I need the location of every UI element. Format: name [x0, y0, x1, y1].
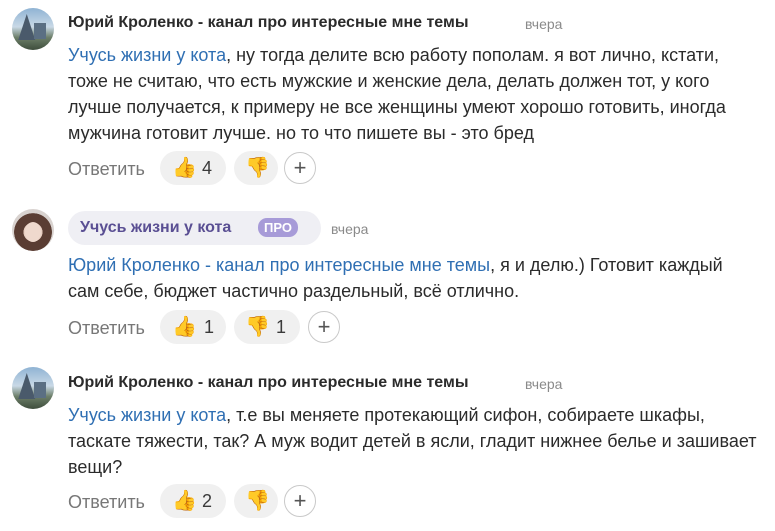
comment-author[interactable]: Учусь жизни у кота — [80, 219, 231, 237]
like-button[interactable]: 👍 2 — [160, 484, 226, 518]
reply-button[interactable]: Ответить — [68, 159, 145, 180]
comment-time: вчера — [331, 221, 369, 237]
comment-author[interactable]: Юрий Кроленко - канал про интересные мне… — [68, 14, 468, 32]
add-reaction-button[interactable]: + — [308, 311, 340, 343]
mention-link[interactable]: Учусь жизни у кота — [68, 405, 226, 425]
add-reaction-button[interactable]: + — [284, 152, 316, 184]
comment-text: Учусь жизни у кота, ну тогда делите всю … — [68, 42, 758, 146]
reply-button[interactable]: Ответить — [68, 318, 145, 339]
comment-text: Юрий Кроленко - канал про интересные мне… — [68, 252, 758, 304]
mention-link[interactable]: Юрий Кроленко - канал про интересные мне… — [68, 255, 490, 275]
avatar[interactable] — [12, 8, 54, 50]
author-pill[interactable]: Учусь жизни у кота ПРО — [68, 211, 321, 245]
comment-text: Учусь жизни у кота, т.е вы меняете проте… — [68, 402, 758, 480]
comment-time: вчера — [525, 376, 563, 392]
dislike-count: 1 — [276, 317, 287, 337]
pro-badge: ПРО — [258, 218, 298, 237]
like-button[interactable]: 👍 4 — [160, 151, 226, 185]
thumbs-up-icon: 👍 — [172, 490, 197, 512]
avatar[interactable] — [12, 367, 54, 409]
like-count: 1 — [204, 317, 215, 337]
comment-author[interactable]: Юрий Кроленко - канал про интересные мне… — [68, 374, 468, 392]
plus-icon: + — [317, 314, 331, 339]
thumbs-down-icon: 👎 — [245, 490, 270, 512]
plus-icon: + — [293, 488, 307, 513]
comment-time: вчера — [525, 16, 563, 32]
dislike-button[interactable]: 👎 — [234, 151, 278, 185]
add-reaction-button[interactable]: + — [284, 485, 316, 517]
avatar[interactable] — [12, 209, 54, 251]
reply-button[interactable]: Ответить — [68, 492, 145, 513]
like-button[interactable]: 👍 1 — [160, 310, 226, 344]
dislike-button[interactable]: 👎 — [234, 484, 278, 518]
like-count: 4 — [202, 158, 213, 178]
dislike-button[interactable]: 👎 1 — [234, 310, 300, 344]
thumbs-up-icon: 👍 — [172, 157, 197, 179]
plus-icon: + — [293, 155, 307, 180]
thumbs-down-icon: 👎 — [245, 157, 270, 179]
thumbs-down-icon: 👎 — [245, 316, 270, 338]
thumbs-up-icon: 👍 — [172, 316, 197, 338]
like-count: 2 — [202, 491, 213, 511]
mention-link[interactable]: Учусь жизни у кота — [68, 45, 226, 65]
